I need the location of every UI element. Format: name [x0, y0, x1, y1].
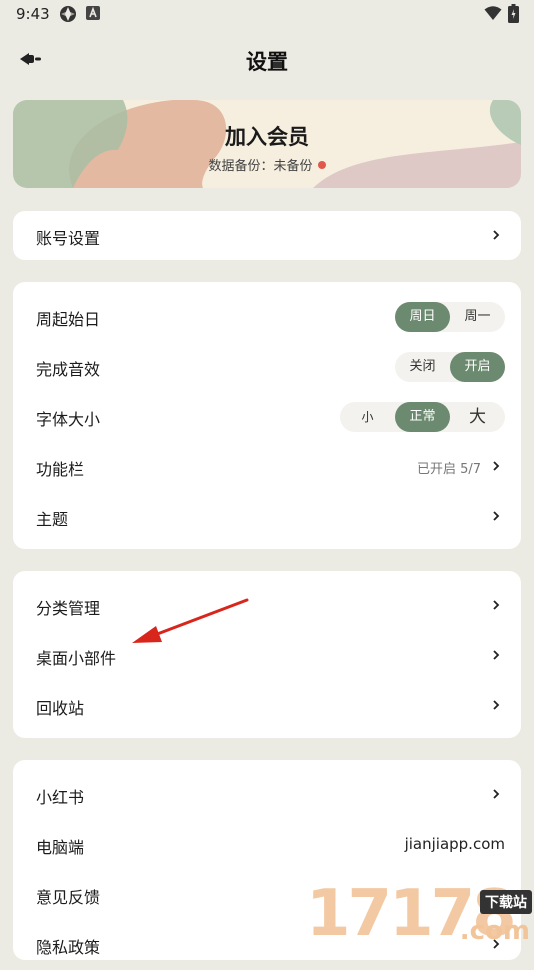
page-title: 设置 — [246, 50, 288, 74]
week-start-label: 周起始日 — [36, 310, 101, 329]
row-desktop-widget[interactable]: 桌面小部件 — [13, 631, 521, 681]
row-account-settings[interactable]: 账号设置 — [13, 211, 521, 261]
desktop-client-label: 电脑端 — [36, 838, 85, 857]
backup-status: 数据备份：未备份 — [13, 155, 521, 174]
account-card: 账号设置 — [13, 211, 521, 260]
wifi-icon — [484, 6, 502, 20]
chevron-right-icon — [493, 789, 500, 799]
font-size-normal[interactable]: 正常 — [395, 402, 450, 432]
toolbar-value: 已开启 5/7 — [416, 462, 481, 477]
text-a-icon — [86, 6, 100, 20]
chevron-right-icon — [493, 600, 500, 610]
row-font-size: 字体大小 小 正常 大 — [13, 392, 521, 442]
status-bar: 9:43 — [0, 0, 534, 28]
chevron-right-icon — [493, 461, 500, 471]
privacy-policy-label: 隐私政策 — [36, 938, 101, 957]
sound-on[interactable]: 开启 — [450, 352, 505, 382]
battery-icon — [508, 4, 519, 23]
manage-card: 分类管理 桌面小部件 回收站 — [13, 571, 521, 738]
row-xiaohongshu[interactable]: 小红书 — [13, 770, 521, 820]
desktop-client-url[interactable]: jianjiapp.com — [405, 835, 505, 853]
feedback-label: 意见反馈 — [36, 888, 101, 907]
week-start-sunday[interactable]: 周日 — [395, 302, 450, 332]
status-time: 9:43 — [16, 5, 50, 23]
row-sound: 完成音效 关闭 开启 — [13, 342, 521, 392]
sound-off[interactable]: 关闭 — [395, 352, 450, 382]
chevron-right-icon — [493, 230, 500, 240]
unbacked-dot — [317, 161, 326, 169]
membership-title: 加入会员 — [225, 125, 309, 149]
font-size-large[interactable]: 大 — [450, 402, 505, 432]
row-toolbar[interactable]: 功能栏 已开启 5/7 — [13, 442, 521, 492]
font-size-segment: 小 正常 大 — [340, 402, 505, 432]
week-start-monday[interactable]: 周一 — [450, 302, 505, 332]
header: 设置 — [0, 36, 534, 84]
watermark-suffix: .com — [459, 916, 530, 946]
preferences-card: 周起始日 周日 周一 完成音效 关闭 开启 字体大小 小 正常 大 功能栏 已开… — [13, 282, 521, 549]
font-size-label: 字体大小 — [36, 410, 101, 429]
chevron-right-icon — [493, 650, 500, 660]
week-start-segment: 周日 周一 — [395, 302, 505, 332]
sound-label: 完成音效 — [36, 360, 101, 379]
membership-banner[interactable]: 加入会员 数据备份：未备份 — [13, 100, 521, 188]
row-category-manage[interactable]: 分类管理 — [13, 581, 521, 631]
chevron-right-icon — [493, 700, 500, 710]
sound-segment: 关闭 开启 — [395, 352, 505, 382]
sync-icon — [60, 6, 76, 22]
row-theme[interactable]: 主题 — [13, 492, 521, 542]
watermark: 17178 下载站 .com — [306, 878, 534, 948]
category-manage-label: 分类管理 — [36, 599, 101, 618]
theme-label: 主题 — [36, 510, 69, 529]
account-settings-label: 账号设置 — [36, 229, 101, 248]
toolbar-label: 功能栏 — [36, 460, 85, 479]
recycle-bin-label: 回收站 — [36, 699, 85, 718]
chevron-right-icon — [493, 511, 500, 521]
row-recycle-bin[interactable]: 回收站 — [13, 681, 521, 731]
desktop-widget-label: 桌面小部件 — [36, 649, 117, 668]
row-week-start: 周起始日 周日 周一 — [13, 292, 521, 342]
backup-status-text: 数据备份：未备份 — [208, 159, 313, 174]
row-desktop-client[interactable]: 电脑端 jianjiapp.com — [13, 820, 521, 870]
watermark-badge: 下载站 — [480, 890, 532, 914]
font-size-small[interactable]: 小 — [340, 402, 395, 432]
annotation-arrow-icon — [132, 598, 249, 643]
xiaohongshu-label: 小红书 — [36, 788, 85, 807]
